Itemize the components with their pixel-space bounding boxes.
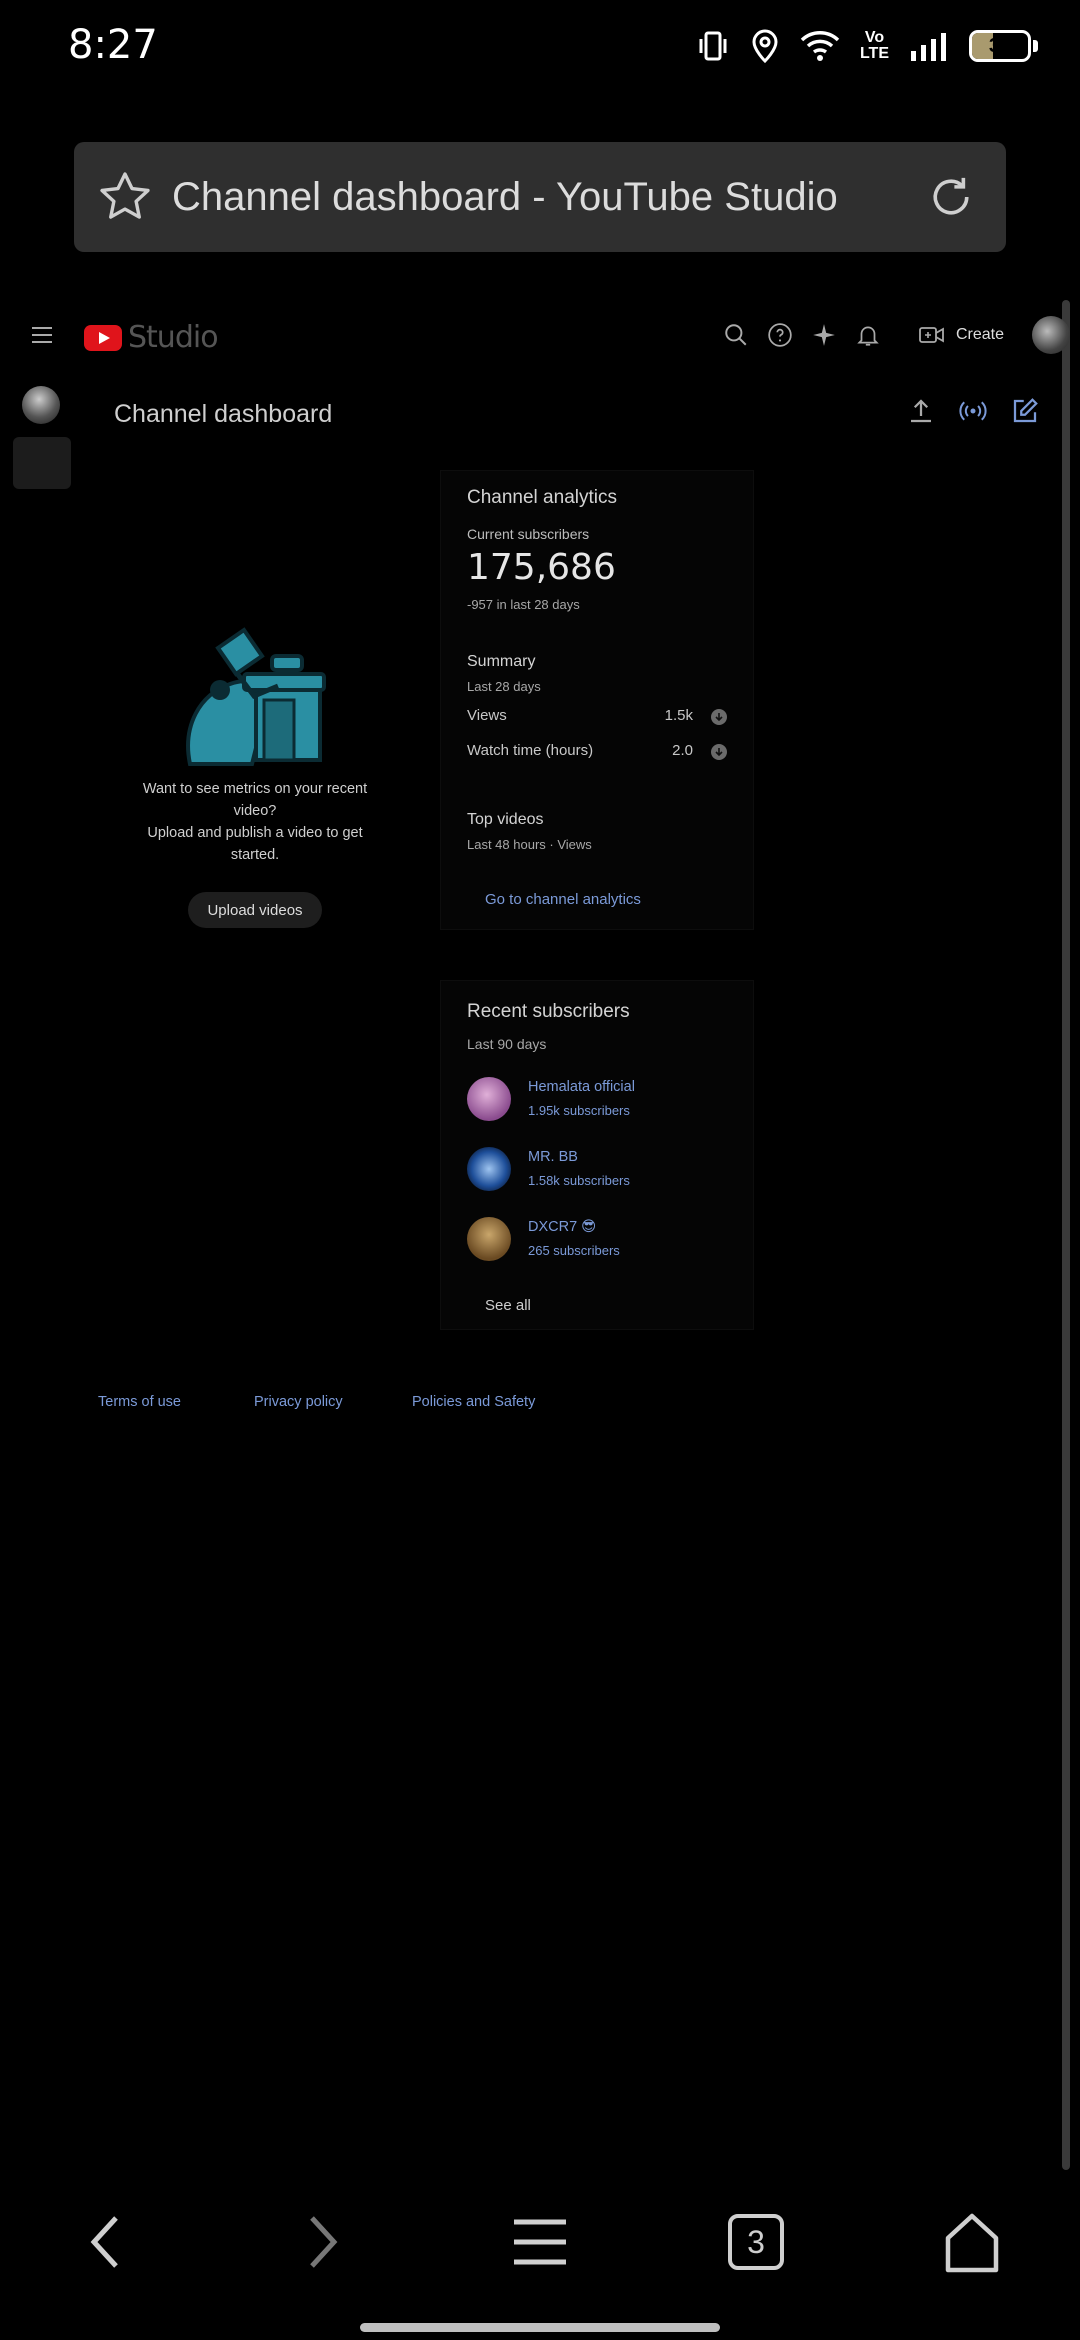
subscriber-avatar (467, 1147, 511, 1191)
vibrate-icon (699, 31, 727, 61)
back-icon[interactable] (86, 2212, 126, 2272)
watch-time-label: Watch time (hours) (467, 742, 594, 759)
subscriber-name[interactable]: Hemalata official (528, 1079, 635, 1095)
browser-bottom-bar: 3 (0, 2200, 1080, 2290)
menu-icon[interactable] (512, 2212, 568, 2272)
search-icon[interactable] (714, 316, 758, 354)
channel-avatar[interactable] (22, 386, 60, 424)
youtube-studio-logo[interactable]: Studio (84, 320, 219, 355)
watch-time-value: 2.0 (672, 742, 693, 759)
arrow-down-icon (711, 709, 727, 725)
see-all-button[interactable]: See all (485, 1297, 531, 1314)
upload-icon[interactable] (906, 396, 936, 426)
studio-header: Studio Create (0, 300, 1070, 370)
channel-analytics-card: Channel analytics Current subscribers 17… (440, 470, 754, 930)
battery-indicator: 38 (969, 30, 1031, 62)
sidebar-item-dashboard[interactable] (13, 437, 71, 489)
top-videos-title: Top videos (467, 811, 544, 828)
microscope-illustration (186, 627, 326, 766)
list-item[interactable]: DXCR7 😎 265 subscribers (467, 1217, 737, 1267)
page-title-text: Channel dashboard - YouTube Studio (172, 174, 838, 219)
summary-title: Summary (467, 653, 536, 670)
privacy-link[interactable]: Privacy policy (254, 1394, 343, 1410)
signal-icon (911, 33, 946, 61)
views-value: 1.5k (664, 707, 693, 724)
list-item[interactable]: MR. BB 1.58k subscribers (467, 1147, 737, 1197)
subscriber-avatar (467, 1077, 511, 1121)
subscriber-count: 1.58k subscribers (528, 1173, 630, 1188)
arrow-down-icon (711, 744, 727, 760)
account-avatar[interactable] (1032, 316, 1070, 354)
create-button[interactable]: Create (918, 324, 1004, 346)
create-video-icon (919, 327, 944, 343)
reload-icon[interactable] (924, 170, 978, 224)
subscriber-delta: -957 in last 28 days (467, 597, 580, 612)
location-icon (752, 29, 778, 64)
notifications-icon[interactable] (846, 316, 890, 354)
gesture-home-indicator[interactable] (360, 2323, 720, 2332)
card-title: Channel analytics (467, 487, 617, 508)
edit-icon[interactable] (1010, 396, 1040, 426)
current-subscribers-label: Current subscribers (467, 526, 590, 542)
help-icon[interactable] (758, 316, 802, 354)
subscriber-count: 175,686 (467, 547, 616, 588)
tabs-button[interactable]: 3 (728, 2214, 784, 2270)
browser-title-bar[interactable]: Channel dashboard - YouTube Studio (74, 142, 1006, 252)
clock: 8:27 (68, 22, 158, 68)
wifi-icon (800, 31, 840, 61)
page-title: Channel dashboard (114, 400, 333, 428)
status-bar: 8:27 Vo LTE 38 (0, 0, 1080, 96)
volte-indicator: Vo LTE (859, 29, 889, 62)
top-videos-period: Last 48 hours · Views (467, 837, 592, 852)
youtube-play-icon (84, 324, 122, 351)
subscriber-count: 265 subscribers (528, 1243, 620, 1258)
forward-icon[interactable] (302, 2212, 342, 2272)
subscriber-name[interactable]: MR. BB (528, 1149, 578, 1165)
policies-link[interactable]: Policies and Safety (412, 1394, 535, 1410)
recent-period: Last 90 days (467, 1036, 547, 1052)
subscriber-count: 1.95k subscribers (528, 1103, 630, 1118)
sparkle-icon[interactable] (802, 316, 846, 354)
menu-icon[interactable] (28, 324, 56, 346)
summary-period: Last 28 days (467, 679, 541, 694)
list-item[interactable]: Hemalata official 1.95k subscribers (467, 1077, 737, 1127)
page-scrollbar[interactable] (1062, 300, 1070, 2170)
subscriber-name[interactable]: DXCR7 😎 (528, 1219, 596, 1235)
views-label: Views (467, 707, 507, 724)
go-to-analytics-link[interactable]: Go to channel analytics (485, 891, 641, 908)
empty-state-message: Want to see metrics on your recent video… (142, 781, 368, 863)
home-icon[interactable] (944, 2212, 1000, 2274)
recent-subscribers-card: Recent subscribers Last 90 days Hemalata… (440, 980, 754, 1330)
card-title: Recent subscribers (467, 1001, 630, 1022)
terms-link[interactable]: Terms of use (98, 1394, 181, 1410)
subscriber-avatar (467, 1217, 511, 1261)
upload-videos-button[interactable]: Upload videos (188, 892, 322, 928)
go-live-icon[interactable] (958, 396, 988, 426)
bookmark-star-icon[interactable] (96, 168, 154, 226)
